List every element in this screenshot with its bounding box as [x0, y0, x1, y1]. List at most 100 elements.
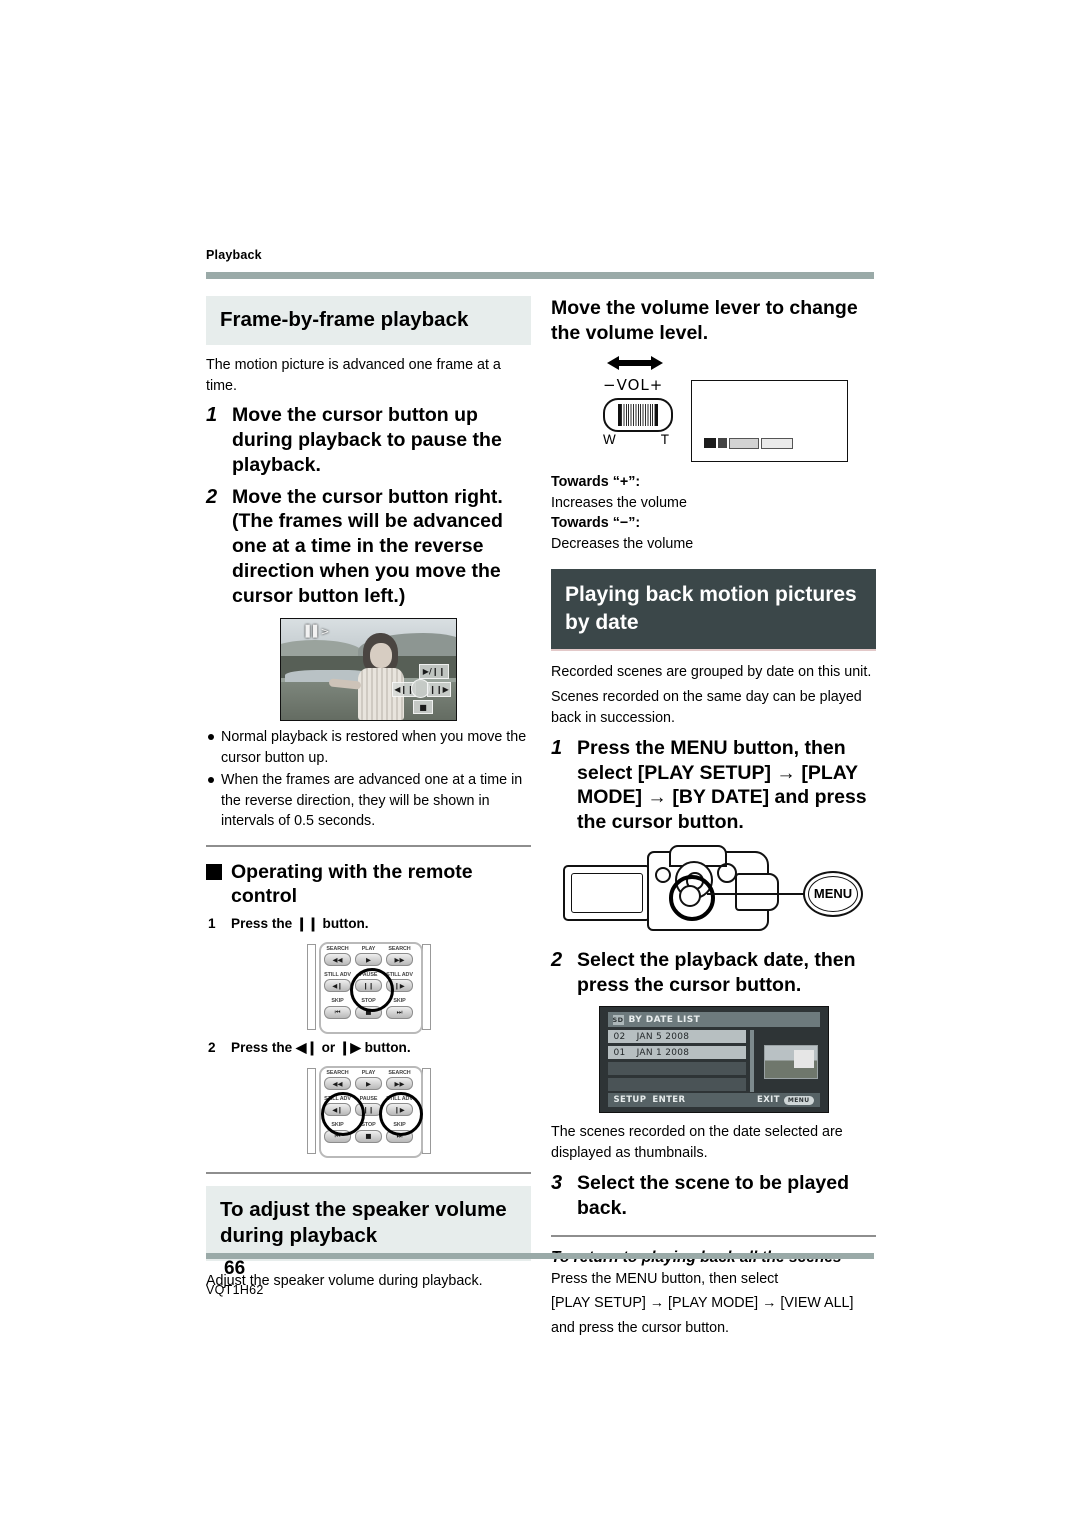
remote-key-label: STOP — [361, 1122, 376, 1129]
speaker-icon — [704, 438, 716, 449]
return-note-line-2: [PLAY SETUP] → [PLAY MODE] → [VIEW ALL] — [551, 1295, 854, 1312]
step-item: 3 Select the scene to be played back. — [551, 1171, 876, 1221]
remote-key-play[interactable]: PLAY ▶ — [354, 1070, 384, 1096]
step-number: 3 — [551, 1172, 563, 1195]
manual-page: Playback Frame-by-frame playback The mot… — [0, 0, 1080, 1528]
camcorder-lcd-panel — [563, 864, 651, 921]
step-number: 2 — [551, 948, 563, 971]
footer-exit-label: EXIT — [757, 1095, 780, 1106]
volume-osd-screen — [691, 379, 848, 462]
step-number: 1 — [551, 736, 563, 759]
camcorder-button-small-1[interactable] — [655, 866, 671, 883]
left-column: Frame-by-frame playback The motion pictu… — [206, 296, 531, 1296]
divider — [206, 1171, 531, 1174]
remote-key-glyph: ■ — [355, 1129, 382, 1143]
by-date-list-screen: SD BY DATE LIST 02 JAN 5 2008 01 JAN 1 2… — [598, 1006, 829, 1114]
volume-note-body: Increases the volume — [551, 494, 687, 511]
menu-callout-label: MENU — [813, 886, 853, 902]
remote-key-search-rev[interactable]: SEARCH ◀◀ — [323, 945, 353, 972]
volume-lever[interactable] — [603, 397, 673, 432]
camcorder-grip — [735, 872, 779, 911]
top-rule — [206, 272, 874, 279]
remote-figure-pause: SEARCH ◀◀ PLAY ▶ SEARCH ▶▶ STILL ADV ◀❙ — [206, 940, 531, 1034]
step-text: Select the playback date, then press the… — [577, 948, 856, 996]
section-intro-2: Scenes recorded on the same day can be p… — [551, 689, 862, 726]
menu-callout-bubble: MENU — [803, 870, 863, 917]
page-number: 66 — [224, 1258, 246, 1279]
frame-advance-icon: ▌▌> — [305, 625, 330, 639]
volume-lever-knurl — [618, 403, 658, 426]
playback-photo-figure: ▌▌> ▶/❙❙ ◀❙❙ ❙❙▶ ■ — [206, 618, 531, 722]
step-text: Move the cursor button right. (The frame… — [232, 485, 503, 607]
double-arrow-icon — [607, 355, 663, 370]
step-number: 2 — [206, 485, 218, 508]
remote-step-number: 2 — [208, 1039, 216, 1055]
remote-step-number: 1 — [208, 915, 216, 931]
list-item: Normal playback is restored when you mov… — [206, 727, 531, 768]
remote-key-glyph: ▶▶ — [386, 953, 413, 967]
remote-side-right — [421, 943, 431, 1030]
remote-step-text: Press the ◀❙ or ❙▶ button. — [231, 1039, 411, 1055]
section-intro-1: Recorded scenes are grouped by date on t… — [551, 664, 872, 681]
remote-control-heading: Operating with the remote control — [206, 860, 531, 909]
step-number: 1 — [206, 404, 218, 427]
remote-control-body: SEARCH ◀◀ PLAY ▶ SEARCH ▶▶ STILL ADV ◀❙ — [306, 1064, 431, 1158]
right-column: Move the volume lever to change the volu… — [551, 296, 876, 1343]
remote-control-body: SEARCH ◀◀ PLAY ▶ SEARCH ▶▶ STILL ADV ◀❙ — [306, 940, 431, 1034]
step-text: Select the scene to be played back. — [577, 1172, 850, 1219]
camcorder-button-small-3[interactable] — [717, 862, 737, 883]
remote-key-label: SEARCH — [326, 1069, 349, 1076]
section-heading-playing-by-date: Playing back motion pictures by date — [551, 568, 876, 652]
remote-key-glyph: ▶ — [355, 953, 382, 967]
list-item-empty — [607, 1062, 746, 1076]
photo-subject — [328, 633, 404, 721]
osd-frame-forward-icon[interactable]: ❙❙▶ — [427, 681, 451, 697]
remote-step-item: 1 Press the ❙❙ button. — [208, 916, 531, 932]
preview-thumbnail — [763, 1045, 818, 1080]
remote-key-skip-rev[interactable]: SKIP ⏮ — [323, 998, 353, 1024]
list-item[interactable]: 01 JAN 1 2008 — [607, 1046, 746, 1060]
remote-side-left — [306, 943, 316, 1030]
footer-setup-label: SETUP — [613, 1095, 647, 1106]
step-text: Press the MENU button, then select [PLAY… — [577, 736, 867, 834]
volume-bar-segment — [761, 437, 793, 449]
running-head: Playback — [206, 248, 262, 262]
step-item: 2 Move the cursor button right. (The fra… — [206, 485, 531, 609]
return-note-line-1: Press the MENU button, then select — [551, 1270, 779, 1287]
remote-key-glyph: ◀◀ — [324, 1077, 351, 1091]
remote-key-label: SKIP — [331, 998, 344, 1005]
speaker-volume-heading: To adjust the speaker volume during play… — [206, 1185, 531, 1261]
footer-menu-chip: MENU — [783, 1095, 814, 1105]
list-item[interactable]: 02 JAN 5 2008 — [607, 1030, 746, 1044]
photo-frame: ▌▌> ▶/❙❙ ◀❙❙ ❙❙▶ ■ — [280, 618, 457, 722]
remote-side-left — [306, 1067, 316, 1154]
osd-stop-icon[interactable]: ■ — [413, 700, 433, 715]
callout-leader-line — [707, 892, 811, 895]
remote-key-glyph: ◀❙ — [324, 979, 351, 993]
highlight-ring-still-adv-rev — [320, 1091, 365, 1136]
remote-key-label: STILL ADV — [324, 972, 351, 979]
remote-step-text: Press the ❙❙ button. — [231, 915, 369, 931]
step-item: 1 Move the cursor button up during playb… — [206, 403, 531, 477]
remote-key-label: SEARCH — [326, 945, 349, 952]
scrollbar[interactable] — [749, 1030, 754, 1093]
osd-play-pause-icon[interactable]: ▶/❙❙ — [419, 663, 449, 679]
square-bullet-icon — [206, 863, 222, 880]
volume-lever-label: −VOL+ — [603, 375, 664, 394]
remote-key-still-adv-rev[interactable]: STILL ADV ◀❙ — [323, 972, 353, 998]
return-note-line-3: and press the cursor button. — [551, 1320, 730, 1337]
remote-key-label: SEARCH — [388, 945, 411, 952]
remote-key-label: SEARCH — [388, 1069, 411, 1076]
frame-by-frame-heading: Frame-by-frame playback — [206, 296, 531, 345]
divider — [206, 844, 531, 847]
photo-subject-face — [369, 643, 392, 669]
step-item: 2 Select the playback date, then press t… — [551, 948, 876, 998]
by-date-list-figure: SD BY DATE LIST 02 JAN 5 2008 01 JAN 1 2… — [551, 1006, 876, 1114]
remote-key-glyph: ▶▶ — [386, 1077, 413, 1091]
remote-key-glyph: ⏮ — [324, 1005, 351, 1019]
bottom-rule — [206, 1253, 874, 1259]
date-row-number: 02 — [613, 1031, 626, 1042]
remote-key-search-fwd[interactable]: SEARCH ▶▶ — [385, 945, 415, 972]
step-item: 1 Press the MENU button, then select [PL… — [551, 736, 876, 835]
footer-enter-label: ENTER — [652, 1095, 686, 1106]
